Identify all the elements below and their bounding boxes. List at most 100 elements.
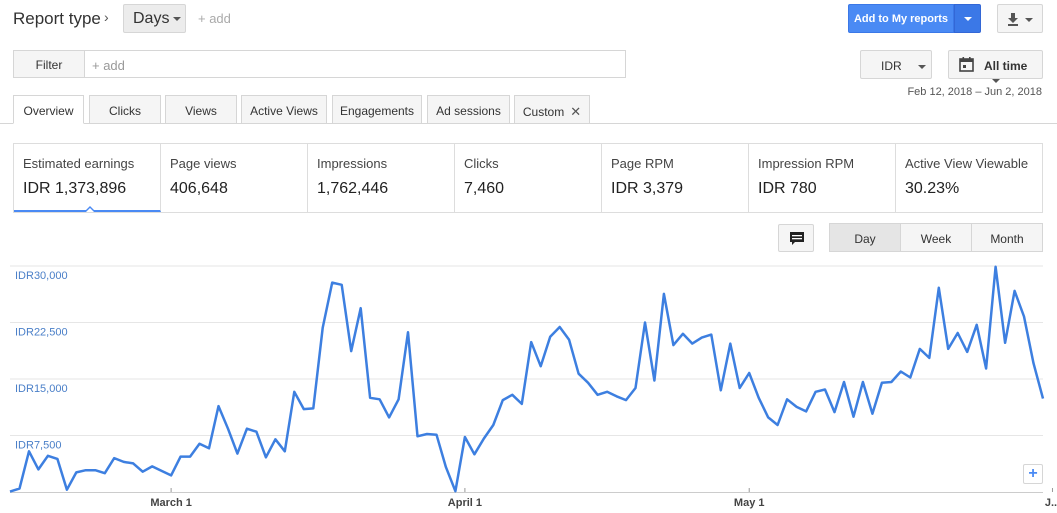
data-point[interactable] <box>8 490 12 494</box>
data-point[interactable] <box>103 471 107 475</box>
data-point[interactable] <box>264 455 268 459</box>
data-point[interactable] <box>662 292 666 296</box>
data-point[interactable] <box>150 464 154 468</box>
data-point[interactable] <box>880 381 884 385</box>
data-point[interactable] <box>491 423 495 427</box>
granularity-day-button[interactable]: Day <box>829 223 901 252</box>
data-point[interactable] <box>434 433 438 437</box>
data-point[interactable] <box>833 410 837 414</box>
data-point[interactable] <box>899 369 903 373</box>
data-point[interactable] <box>321 326 325 330</box>
filter-button[interactable]: Filter <box>13 50 85 78</box>
data-point[interactable] <box>340 283 344 287</box>
data-point[interactable] <box>804 409 808 413</box>
data-point[interactable] <box>823 388 827 392</box>
data-point[interactable] <box>956 331 960 335</box>
tab-active-views[interactable]: Active Views <box>241 95 327 124</box>
data-point[interactable] <box>937 286 941 290</box>
close-icon[interactable]: ✕ <box>570 104 581 119</box>
data-point[interactable] <box>179 455 183 459</box>
data-point[interactable] <box>330 281 334 285</box>
data-point[interactable] <box>586 381 590 385</box>
data-point[interactable] <box>131 461 135 465</box>
data-point[interactable] <box>994 265 998 269</box>
data-point[interactable] <box>311 406 315 410</box>
data-point[interactable] <box>738 386 742 390</box>
tab-clicks[interactable]: Clicks <box>89 95 161 124</box>
data-point[interactable] <box>273 437 277 441</box>
data-point[interactable] <box>292 390 296 394</box>
data-point[interactable] <box>46 454 50 458</box>
data-point[interactable] <box>359 306 363 310</box>
add-to-my-reports-button[interactable]: Add to My reports <box>848 4 954 33</box>
data-point[interactable] <box>870 412 874 416</box>
data-point[interactable] <box>74 470 78 474</box>
metric-active-view-viewable[interactable]: Active View Viewable 30.23% <box>896 144 1042 212</box>
data-point[interactable] <box>55 457 59 461</box>
data-point[interactable] <box>908 375 912 379</box>
data-point[interactable] <box>472 452 476 456</box>
metric-impression-rpm[interactable]: Impression RPM IDR 780 <box>749 144 896 212</box>
data-point[interactable] <box>27 449 31 453</box>
data-point[interactable] <box>235 452 239 456</box>
data-point[interactable] <box>814 390 818 394</box>
data-point[interactable] <box>84 468 88 472</box>
data-point[interactable] <box>501 398 505 402</box>
data-point[interactable] <box>624 398 628 402</box>
data-point[interactable] <box>975 323 979 327</box>
zoom-in-icon[interactable]: + <box>1023 464 1043 484</box>
granularity-month-button[interactable]: Month <box>971 223 1043 252</box>
data-point[interactable] <box>397 397 401 401</box>
data-point[interactable] <box>378 397 382 401</box>
tab-custom[interactable]: Custom ✕ <box>514 95 590 124</box>
currency-dropdown[interactable]: IDR <box>860 50 932 79</box>
data-point[interactable] <box>851 415 855 419</box>
data-point[interactable] <box>406 330 410 334</box>
days-dropdown[interactable]: Days <box>123 4 186 33</box>
data-point[interactable] <box>416 434 420 438</box>
data-point[interactable] <box>1003 341 1007 345</box>
data-point[interactable] <box>861 380 865 384</box>
data-point[interactable] <box>216 404 220 408</box>
metric-page-views[interactable]: Page views 406,648 <box>161 144 308 212</box>
data-point[interactable] <box>728 342 732 346</box>
data-point[interactable] <box>1032 361 1036 365</box>
data-point[interactable] <box>795 405 799 409</box>
metric-page-rpm[interactable]: Page RPM IDR 3,379 <box>602 144 749 212</box>
data-point[interactable] <box>302 407 306 411</box>
data-point[interactable] <box>889 380 893 384</box>
tab-ad-sessions[interactable]: Ad sessions <box>427 95 510 124</box>
granularity-week-button[interactable]: Week <box>900 223 972 252</box>
tab-engagements[interactable]: Engagements <box>332 95 422 124</box>
data-point[interactable] <box>254 430 258 434</box>
data-point[interactable] <box>984 366 988 370</box>
data-point[interactable] <box>453 489 457 493</box>
data-point[interactable] <box>160 469 164 473</box>
data-point[interactable] <box>596 393 600 397</box>
data-point[interactable] <box>633 386 637 390</box>
data-point[interactable] <box>510 393 514 397</box>
data-point[interactable] <box>709 333 713 337</box>
data-point[interactable] <box>65 488 69 492</box>
data-point[interactable] <box>529 340 533 344</box>
tab-overview[interactable]: Overview <box>13 95 84 124</box>
download-button[interactable] <box>997 4 1043 33</box>
data-point[interactable] <box>700 336 704 340</box>
add-to-reports-dropdown-button[interactable] <box>954 4 981 33</box>
data-point[interactable] <box>112 456 116 460</box>
data-point[interactable] <box>93 468 97 472</box>
data-point[interactable] <box>577 372 581 376</box>
data-point[interactable] <box>776 423 780 427</box>
data-point[interactable] <box>918 347 922 351</box>
data-point[interactable] <box>463 435 467 439</box>
data-point[interactable] <box>946 347 950 351</box>
metric-estimated-earnings[interactable]: Estimated earnings IDR 1,373,896 <box>14 144 161 212</box>
add-dimension-link[interactable]: + add <box>198 11 231 26</box>
data-point[interactable] <box>207 446 211 450</box>
tab-views[interactable]: Views <box>165 95 237 124</box>
data-point[interactable] <box>539 364 543 368</box>
data-point[interactable] <box>122 460 126 464</box>
data-point[interactable] <box>1041 397 1045 401</box>
data-point[interactable] <box>226 427 230 431</box>
data-point[interactable] <box>615 394 619 398</box>
